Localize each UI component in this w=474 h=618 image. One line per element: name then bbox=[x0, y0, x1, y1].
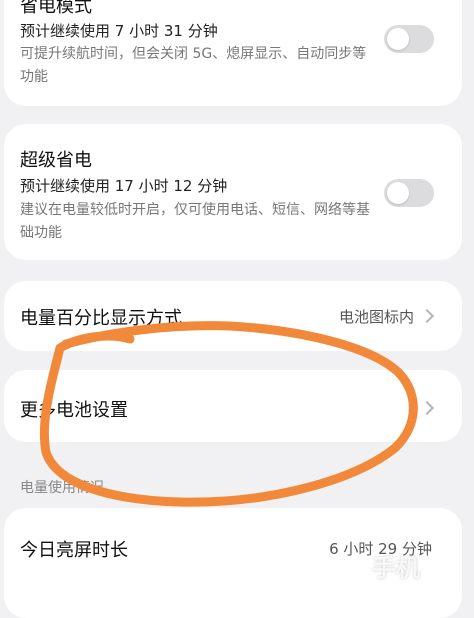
power-saving-card: 省电模式 预计继续使用 7 小时 31 分钟 可提升续航时间，但会关闭 5G、熄… bbox=[4, 0, 462, 106]
toggle-knob bbox=[387, 182, 409, 204]
battery-percent-label: 电量百分比显示方式 bbox=[20, 308, 182, 329]
more-settings-label: 更多电池设置 bbox=[20, 400, 128, 421]
more-settings-row[interactable]: 更多电池设置 bbox=[4, 370, 462, 442]
super-saving-title: 超级省电 bbox=[20, 150, 92, 171]
battery-percent-value: 电池图标内 bbox=[338, 308, 414, 326]
toggle-knob bbox=[387, 28, 409, 50]
super-saving-description: 建议在电量较低时开启，仅可使用电话、短信、网络等基础功能 bbox=[20, 202, 370, 241]
power-saving-title: 省电模式 bbox=[20, 0, 92, 17]
screen-time-label: 今日亮屏时长 bbox=[20, 540, 128, 561]
watermark-logo: 手机 bbox=[372, 554, 420, 582]
battery-percent-row[interactable]: 电量百分比显示方式 电池图标内 bbox=[4, 281, 462, 351]
power-saving-toggle[interactable] bbox=[384, 25, 434, 53]
super-saving-estimate: 预计继续使用 17 小时 12 分钟 bbox=[20, 177, 228, 195]
super-saving-card: 超级省电 预计继续使用 17 小时 12 分钟 建议在电量较低时开启，仅可使用电… bbox=[4, 124, 462, 260]
chevron-right-icon bbox=[419, 308, 435, 324]
power-saving-estimate: 预计继续使用 7 小时 31 分钟 bbox=[20, 22, 218, 40]
power-saving-description: 可提升续航时间，但会关闭 5G、熄屏显示、自动同步等功能 bbox=[20, 46, 367, 85]
chevron-right-icon bbox=[419, 400, 435, 416]
usage-section-header: 电量使用情况 bbox=[20, 480, 104, 496]
super-saving-toggle[interactable] bbox=[384, 179, 434, 207]
